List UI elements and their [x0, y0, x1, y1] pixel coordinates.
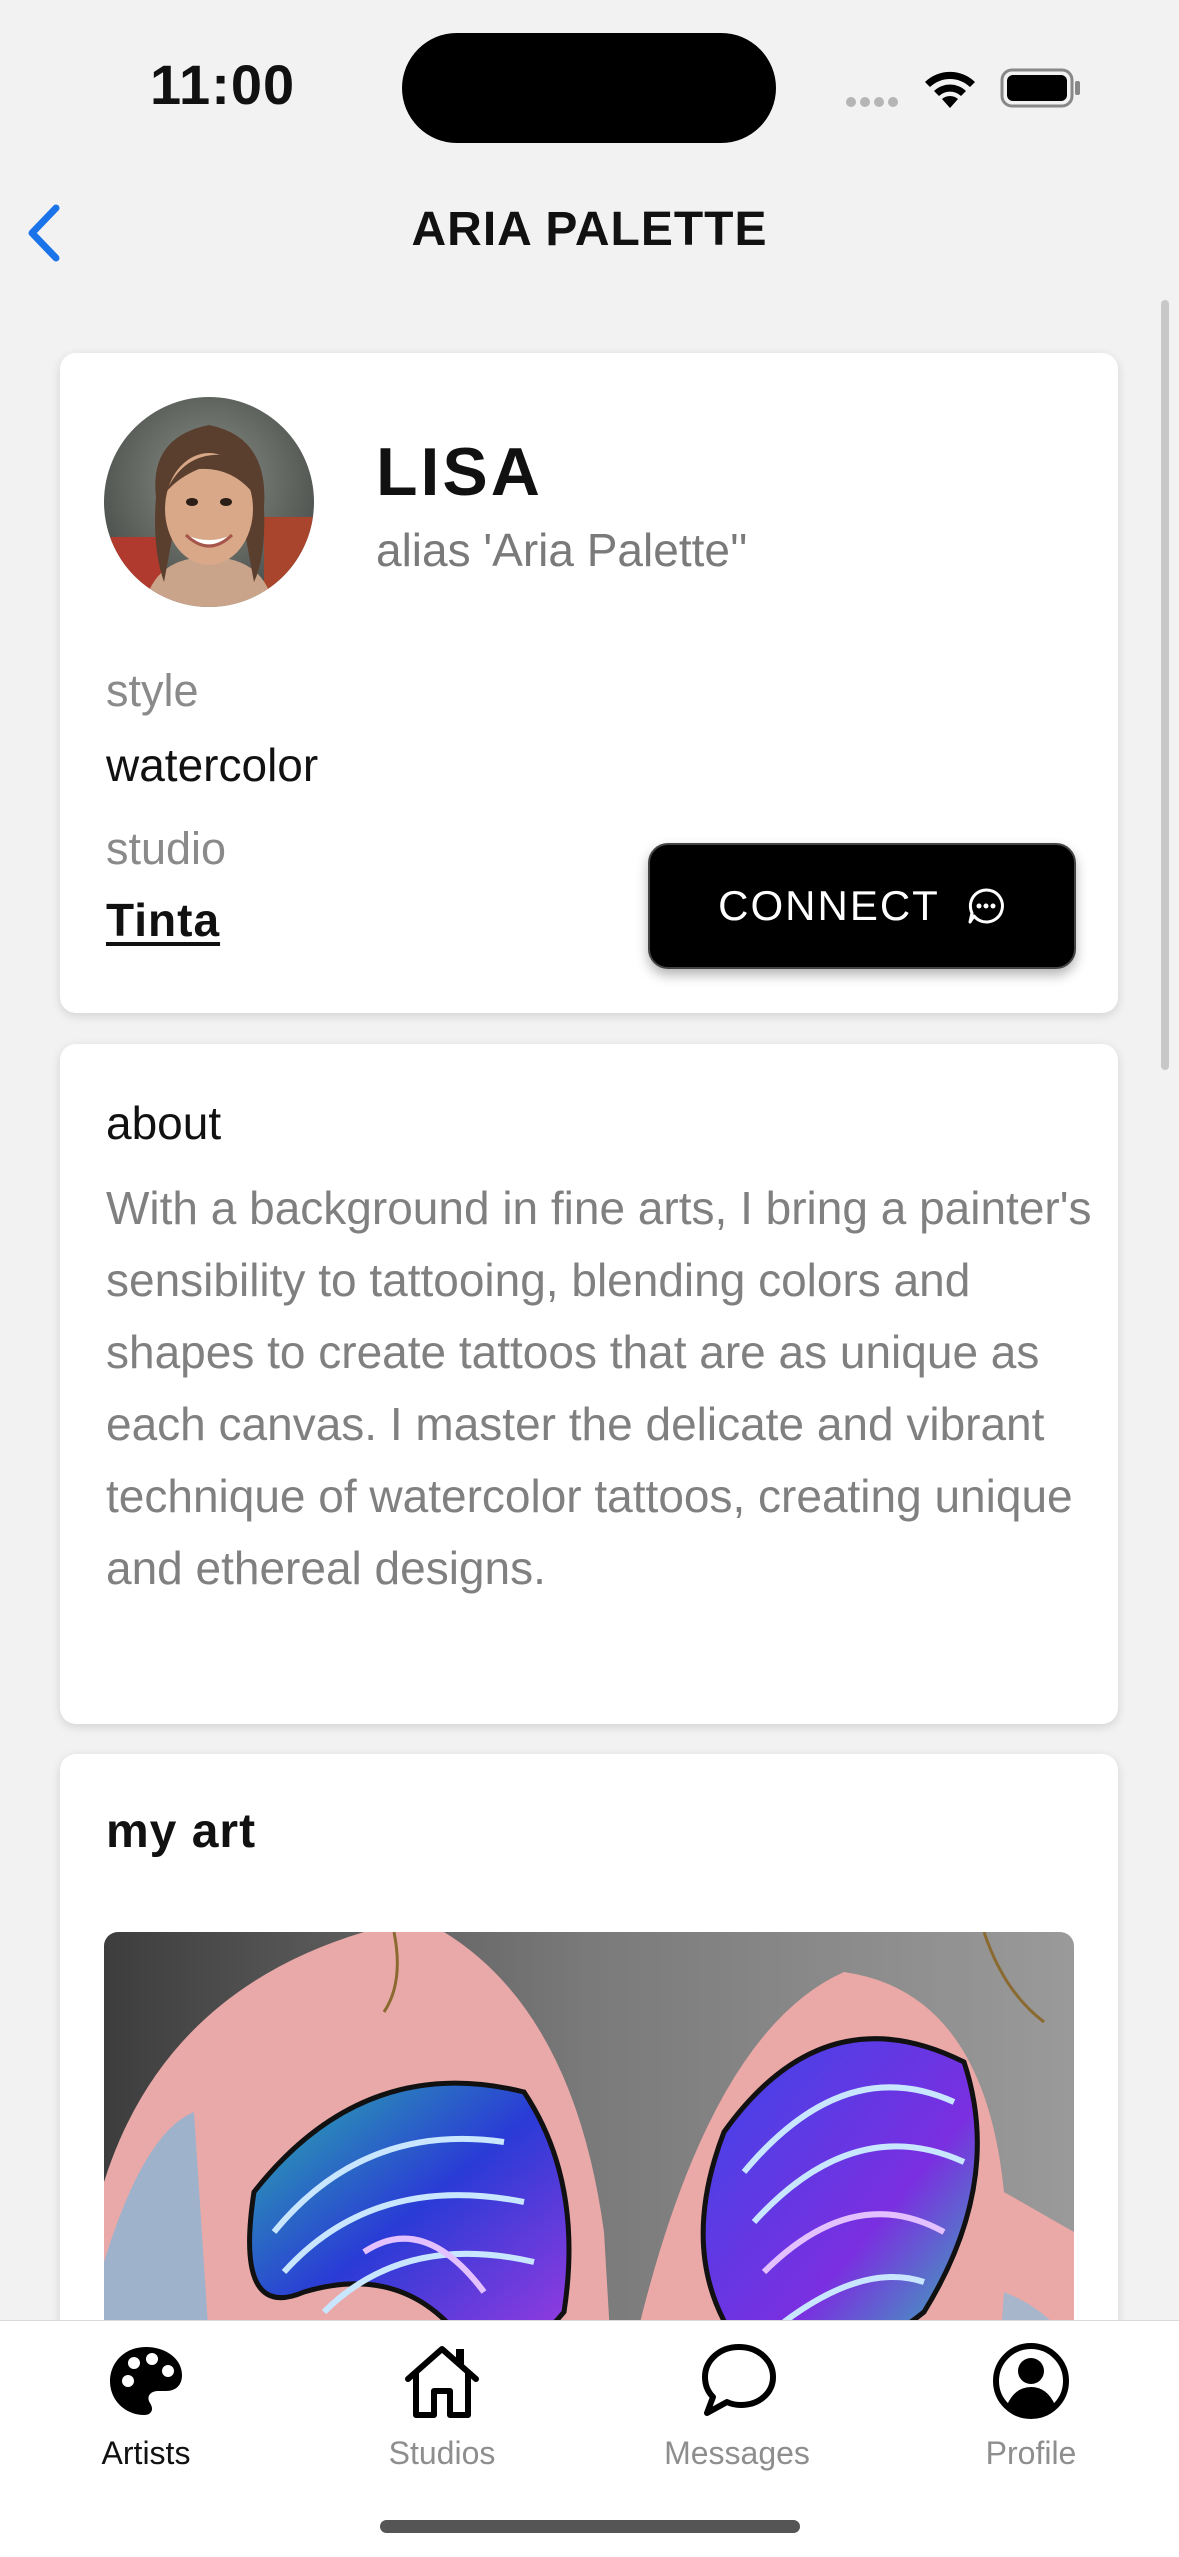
style-value: watercolor: [106, 739, 319, 791]
scrollbar[interactable]: [1161, 300, 1169, 1070]
palette-icon: [110, 2347, 182, 2415]
wifi-icon: [925, 71, 975, 108]
battery-icon: [1000, 68, 1080, 108]
avatar: [104, 397, 314, 607]
studio-label: studio: [106, 823, 227, 874]
my-art-heading: my art: [106, 1805, 257, 1858]
cellular-signal-icon: [846, 94, 904, 107]
page-title: ARIA PALETTE: [411, 203, 768, 256]
tab-profile[interactable]: Profile: [911, 2341, 1151, 2491]
studio-link[interactable]: Tinta: [106, 893, 220, 947]
home-indicator[interactable]: [380, 2520, 800, 2533]
artist-name: LISA: [376, 434, 543, 510]
artist-alias: alias 'Aria Palette'': [376, 524, 748, 576]
artist-card: LISA alias 'Aria Palette'' style waterco…: [60, 353, 1118, 1013]
chat-dots-icon: [968, 888, 1004, 924]
dynamic-island: [402, 33, 776, 143]
tab-artists-label: Artists: [101, 2435, 191, 2471]
person-circle-icon: [993, 2343, 1069, 2419]
tab-artists[interactable]: Artists: [26, 2341, 266, 2491]
status-time: 11:00: [150, 53, 296, 116]
about-card: about With a background in fine arts, I …: [60, 1044, 1118, 1724]
tab-studios[interactable]: Studios: [322, 2341, 562, 2491]
tab-profile-label: Profile: [985, 2435, 1077, 2471]
navigation-bar: ARIA PALETTE: [0, 170, 1179, 290]
connect-button[interactable]: CONNECT: [648, 843, 1076, 969]
about-heading: about: [106, 1097, 222, 1149]
about-text: With a background in fine arts, I bring …: [106, 1182, 1092, 1594]
tab-studios-label: Studios: [388, 2435, 496, 2471]
style-label: style: [106, 665, 199, 716]
tab-messages[interactable]: Messages: [617, 2341, 857, 2491]
status-bar: 11:00: [0, 0, 1179, 170]
tab-messages-label: Messages: [664, 2435, 810, 2471]
connect-label: CONNECT: [718, 882, 940, 929]
chat-bubble-icon: [702, 2344, 776, 2416]
house-icon: [405, 2346, 479, 2418]
